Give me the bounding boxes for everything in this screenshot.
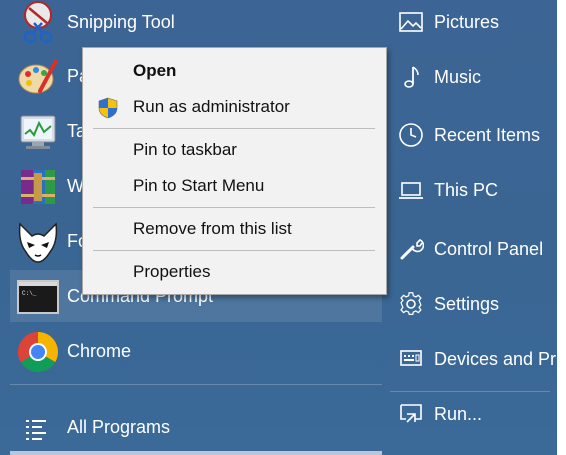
control-panel-icon [398, 236, 425, 262]
menu-item-label: Pin to Start Menu [133, 176, 265, 195]
context-menu: Open Run as administrator Pin to taskbar… [82, 47, 387, 295]
devices-printers-icon [398, 346, 424, 372]
menu-item-pin-to-taskbar[interactable]: Pin to taskbar [83, 132, 386, 168]
run-icon [398, 401, 424, 427]
settings-icon [398, 291, 424, 317]
menu-item-label: Remove from this list [133, 219, 292, 238]
link-label: Control Panel [434, 239, 544, 259]
link-run[interactable]: Run... [394, 392, 557, 436]
link-control-panel[interactable]: Control Panel [394, 227, 557, 271]
winrar-icon [16, 165, 60, 209]
uac-shield-icon [97, 97, 119, 119]
pictures-icon [398, 9, 424, 35]
link-devices-printers[interactable]: Devices and Pri [394, 337, 557, 381]
menu-item-label: Pin to taskbar [133, 140, 237, 159]
link-pictures[interactable]: Pictures [394, 0, 557, 44]
link-settings[interactable]: Settings [394, 282, 557, 326]
this-pc-icon [398, 177, 424, 203]
menu-item-remove-from-list[interactable]: Remove from this list [83, 211, 386, 247]
paint-icon [16, 55, 60, 99]
apps-divider [10, 384, 382, 385]
search-box-edge[interactable] [10, 451, 382, 455]
link-label: Pictures [434, 12, 500, 32]
menu-item-label: Open [133, 61, 177, 80]
menu-item-run-as-administrator[interactable]: Run as administrator [83, 89, 386, 125]
foobar-icon [16, 220, 60, 264]
link-label: Run... [434, 404, 483, 424]
system-links-column: Pictures Music Recent Items This PC Cont… [384, 0, 557, 455]
app-snipping-tool[interactable]: Snipping Tool [10, 0, 382, 48]
recent-items-icon [398, 122, 424, 148]
all-programs-label: All Programs [67, 417, 171, 437]
menu-item-properties[interactable]: Properties [83, 254, 386, 290]
link-label: Devices and Pri [434, 349, 557, 369]
link-label: Music [434, 67, 482, 87]
link-label: This PC [434, 180, 499, 200]
link-label: Settings [434, 294, 500, 314]
menu-separator [93, 207, 375, 208]
app-chrome[interactable]: Chrome [10, 325, 382, 377]
menu-separator [93, 128, 375, 129]
link-music[interactable]: Music [394, 55, 557, 99]
menu-item-label: Run as administrator [133, 97, 290, 116]
svg-text:C:\_: C:\_ [22, 290, 37, 297]
task-manager-icon [16, 110, 60, 154]
link-label: Recent Items [434, 125, 541, 145]
link-recent-items[interactable]: Recent Items [394, 113, 557, 157]
menu-item-label: Properties [133, 262, 211, 281]
snipping-tool-icon [16, 1, 60, 45]
all-programs-button[interactable]: All Programs [10, 401, 382, 453]
all-programs-icon [16, 406, 60, 450]
app-label: Snipping Tool [67, 12, 175, 32]
app-label: Chrome [67, 341, 132, 361]
menu-item-pin-to-start-menu[interactable]: Pin to Start Menu [83, 168, 386, 204]
chrome-icon [16, 330, 60, 374]
music-icon [398, 64, 424, 90]
command-prompt-icon: C:\_ [16, 275, 60, 319]
menu-item-open[interactable]: Open [83, 53, 386, 89]
link-this-pc[interactable]: This PC [394, 168, 557, 212]
menu-separator [93, 250, 375, 251]
